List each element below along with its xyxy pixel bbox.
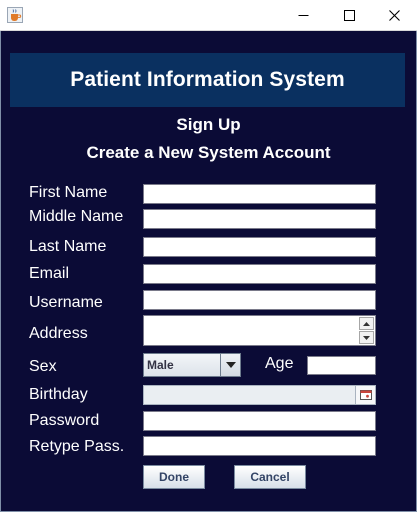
first-name-label: First Name — [29, 184, 108, 201]
maximize-button[interactable] — [326, 0, 372, 31]
middle-name-input[interactable] — [144, 210, 375, 228]
age-label: Age — [265, 355, 294, 372]
age-field[interactable] — [307, 356, 376, 375]
middle-name-field[interactable] — [143, 209, 376, 229]
retype-password-input[interactable] — [144, 437, 375, 455]
last-name-label: Last Name — [29, 238, 107, 255]
sex-selected-value: Male — [147, 358, 174, 372]
username-label: Username — [29, 294, 103, 311]
address-label: Address — [29, 325, 88, 342]
first-name-input[interactable] — [144, 185, 375, 203]
minimize-icon — [298, 15, 308, 16]
retype-password-label: Retype Pass. — [29, 438, 125, 455]
username-field[interactable] — [143, 290, 376, 310]
sex-dropdown[interactable]: Male — [143, 353, 241, 377]
maximize-icon — [343, 10, 355, 21]
calendar-button[interactable] — [355, 386, 375, 404]
form-heading: Create a New System Account — [86, 143, 331, 162]
address-field[interactable] — [143, 315, 376, 346]
password-label: Password — [29, 412, 100, 429]
dropdown-arrow-button[interactable] — [220, 354, 240, 376]
password-field[interactable] — [143, 411, 376, 431]
birthday-date-field[interactable] — [143, 385, 376, 405]
cancel-button[interactable]: Cancel — [234, 465, 306, 489]
calendar-icon — [359, 390, 372, 400]
address-scroll-down-button[interactable] — [359, 331, 374, 344]
email-field[interactable] — [143, 264, 376, 284]
minimize-button[interactable] — [280, 0, 326, 31]
last-name-field[interactable] — [143, 237, 376, 257]
email-label: Email — [29, 265, 70, 282]
close-button[interactable] — [371, 0, 417, 31]
done-button[interactable]: Done — [143, 465, 205, 489]
first-name-field[interactable] — [143, 184, 376, 204]
sex-label: Sex — [29, 358, 57, 375]
window-title-bar — [0, 0, 417, 31]
chevron-down-icon — [225, 362, 236, 368]
password-input[interactable] — [144, 412, 375, 430]
username-input[interactable] — [144, 291, 375, 309]
header-banner: Patient Information System — [10, 53, 405, 107]
last-name-input[interactable] — [144, 238, 375, 256]
address-input[interactable] — [144, 316, 359, 345]
middle-name-label: Middle Name — [29, 208, 124, 225]
email-input[interactable] — [144, 265, 375, 283]
age-input[interactable] — [308, 357, 375, 374]
java-cup-icon — [7, 7, 23, 23]
form-subtitle: Sign Up — [176, 115, 241, 134]
birthday-label: Birthday — [29, 386, 88, 403]
address-scroll-up-button[interactable] — [359, 317, 374, 330]
caret-down-icon — [363, 335, 370, 340]
retype-password-field[interactable] — [143, 436, 376, 456]
close-icon — [388, 10, 400, 21]
caret-up-icon — [363, 321, 370, 326]
app-title: Patient Information System — [70, 68, 345, 91]
